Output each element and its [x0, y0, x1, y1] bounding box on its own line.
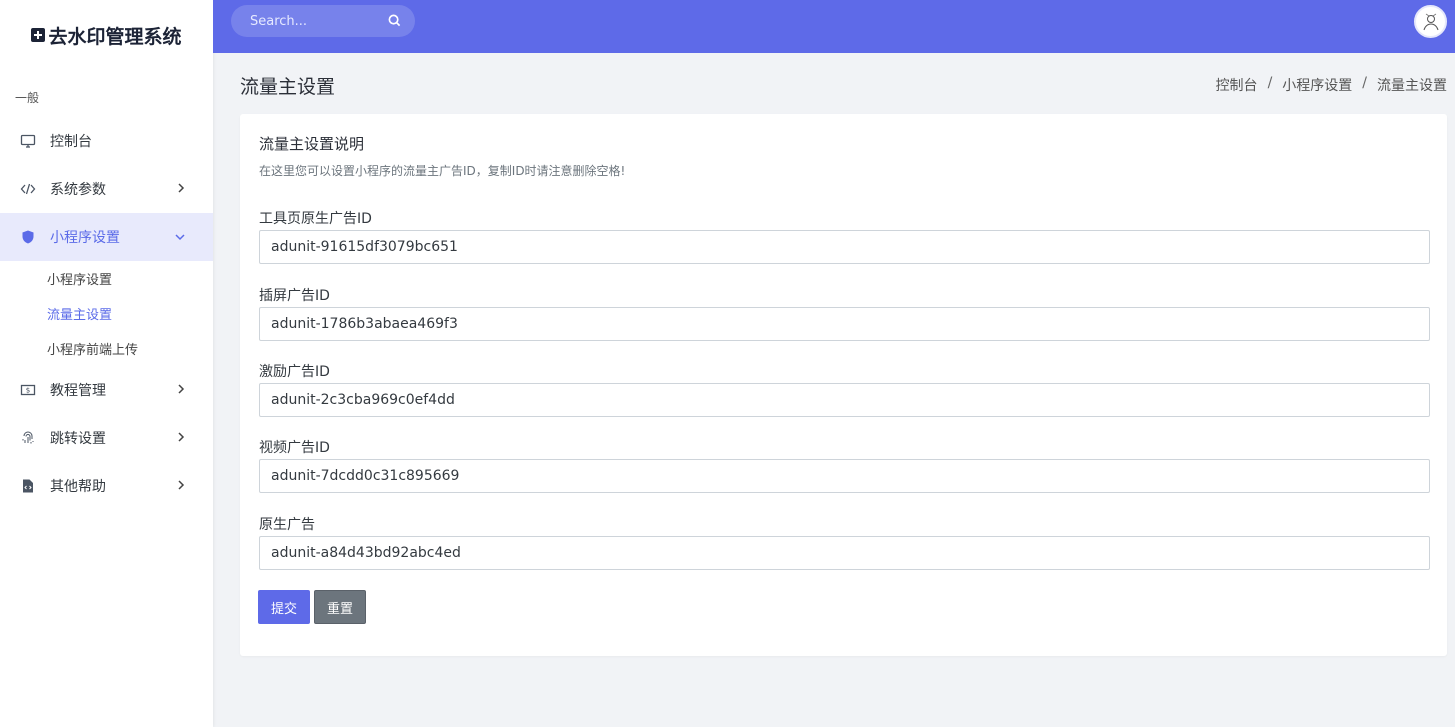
- form-group-tool-native-ad: 工具页原生广告ID: [259, 208, 1430, 264]
- menu-section-title: 一般: [15, 91, 40, 105]
- search-input[interactable]: [250, 13, 380, 29]
- topbar: [213, 0, 1455, 53]
- rewarded-ad-id-input[interactable]: [259, 383, 1430, 417]
- sidebar-item-redirect-settings[interactable]: 跳转设置: [0, 414, 213, 462]
- tool-native-ad-id-input[interactable]: [259, 230, 1430, 264]
- chevron-right-icon: [177, 479, 185, 493]
- sidebar-item-label: 其他帮助: [50, 479, 106, 495]
- sidebar-subitem-frontend-upload[interactable]: 小程序前端上传: [0, 331, 213, 366]
- chevron-right-icon: [177, 431, 185, 445]
- chevron-right-icon: [177, 182, 185, 196]
- breadcrumb-separator: /: [1267, 75, 1273, 91]
- user-avatar[interactable]: [1414, 5, 1447, 38]
- breadcrumb-item-miniprogram-settings[interactable]: 小程序设置: [1282, 75, 1352, 95]
- sidebar-item-label: 控制台: [50, 134, 92, 150]
- native-ad-id-input[interactable]: [259, 536, 1430, 570]
- field-label: 插屏广告ID: [259, 288, 330, 304]
- search-icon[interactable]: [388, 14, 401, 27]
- chevron-right-icon: [177, 383, 185, 397]
- app-logo-text: 去水印管理系统: [48, 25, 182, 48]
- settings-card: 流量主设置说明 在这里您可以设置小程序的流量主广告ID，复制ID时请注意删除空格…: [240, 114, 1447, 656]
- field-label: 原生广告: [259, 517, 315, 533]
- sidebar-item-label: 教程管理: [50, 383, 106, 399]
- shield-icon: [20, 229, 36, 245]
- code-icon: [20, 181, 36, 197]
- page-title: 流量主设置: [240, 76, 336, 98]
- form-group-interstitial-ad: 插屏广告ID: [259, 285, 1430, 341]
- search-box: [231, 5, 415, 37]
- reset-button[interactable]: 重置: [314, 590, 366, 624]
- sidebar-item-label: 小程序设置: [50, 230, 120, 246]
- svg-text:$: $: [26, 387, 30, 395]
- field-label: 工具页原生广告ID: [259, 211, 372, 227]
- breadcrumb-separator: /: [1362, 75, 1367, 91]
- card-description: 在这里您可以设置小程序的流量主广告ID，复制ID时请注意删除空格!: [259, 164, 626, 178]
- submit-button[interactable]: 提交: [258, 590, 310, 624]
- sidebar-item-miniprogram-settings[interactable]: 小程序设置: [0, 213, 213, 261]
- interstitial-ad-id-input[interactable]: [259, 307, 1430, 341]
- sidebar-item-label: 跳转设置: [50, 431, 106, 447]
- form-group-video-ad: 视频广告ID: [259, 437, 1430, 493]
- video-ad-id-input[interactable]: [259, 459, 1430, 493]
- monitor-icon: [20, 133, 36, 149]
- dollar-bill-icon: $: [20, 382, 36, 398]
- avatar-image: [1423, 13, 1438, 30]
- sidebar-item-system-params[interactable]: 系统参数: [0, 165, 213, 213]
- breadcrumb-item-current: 流量主设置: [1377, 78, 1447, 94]
- sidebar-subitem-miniprogram-settings[interactable]: 小程序设置: [0, 261, 213, 296]
- sidebar-item-tutorial-management[interactable]: $ 教程管理: [0, 366, 213, 414]
- sidebar-item-other-help[interactable]: 其他帮助: [0, 462, 213, 510]
- file-code-icon: [20, 478, 36, 494]
- sidebar-item-dashboard[interactable]: 控制台: [0, 117, 213, 165]
- card-title: 流量主设置说明: [259, 135, 365, 153]
- field-label: 激励广告ID: [259, 364, 330, 380]
- chevron-down-icon: [175, 230, 185, 244]
- sidebar-menu: 控制台 系统参数 小程序设置 小程序设置 流量主设置 小程序前端上传 $ 教程管…: [0, 117, 213, 510]
- breadcrumb: 控制台 / 小程序设置 / 流量主设置: [1216, 75, 1447, 95]
- sidebar-subitem-traffic-settings[interactable]: 流量主设置: [0, 296, 213, 331]
- plus-square-icon: [31, 28, 46, 42]
- app-logo[interactable]: 去水印管理系统: [0, 0, 213, 70]
- sidebar: 去水印管理系统 一般 控制台 系统参数 小程序设置 小程序设置 流量主设置 小程…: [0, 0, 213, 727]
- field-label: 视频广告ID: [259, 440, 330, 456]
- fingerprint-icon: [20, 430, 36, 446]
- breadcrumb-item-dashboard[interactable]: 控制台: [1216, 75, 1258, 95]
- form-group-rewarded-ad: 激励广告ID: [259, 361, 1430, 417]
- sidebar-item-label: 系统参数: [50, 182, 106, 198]
- form-group-native-ad: 原生广告: [259, 514, 1430, 570]
